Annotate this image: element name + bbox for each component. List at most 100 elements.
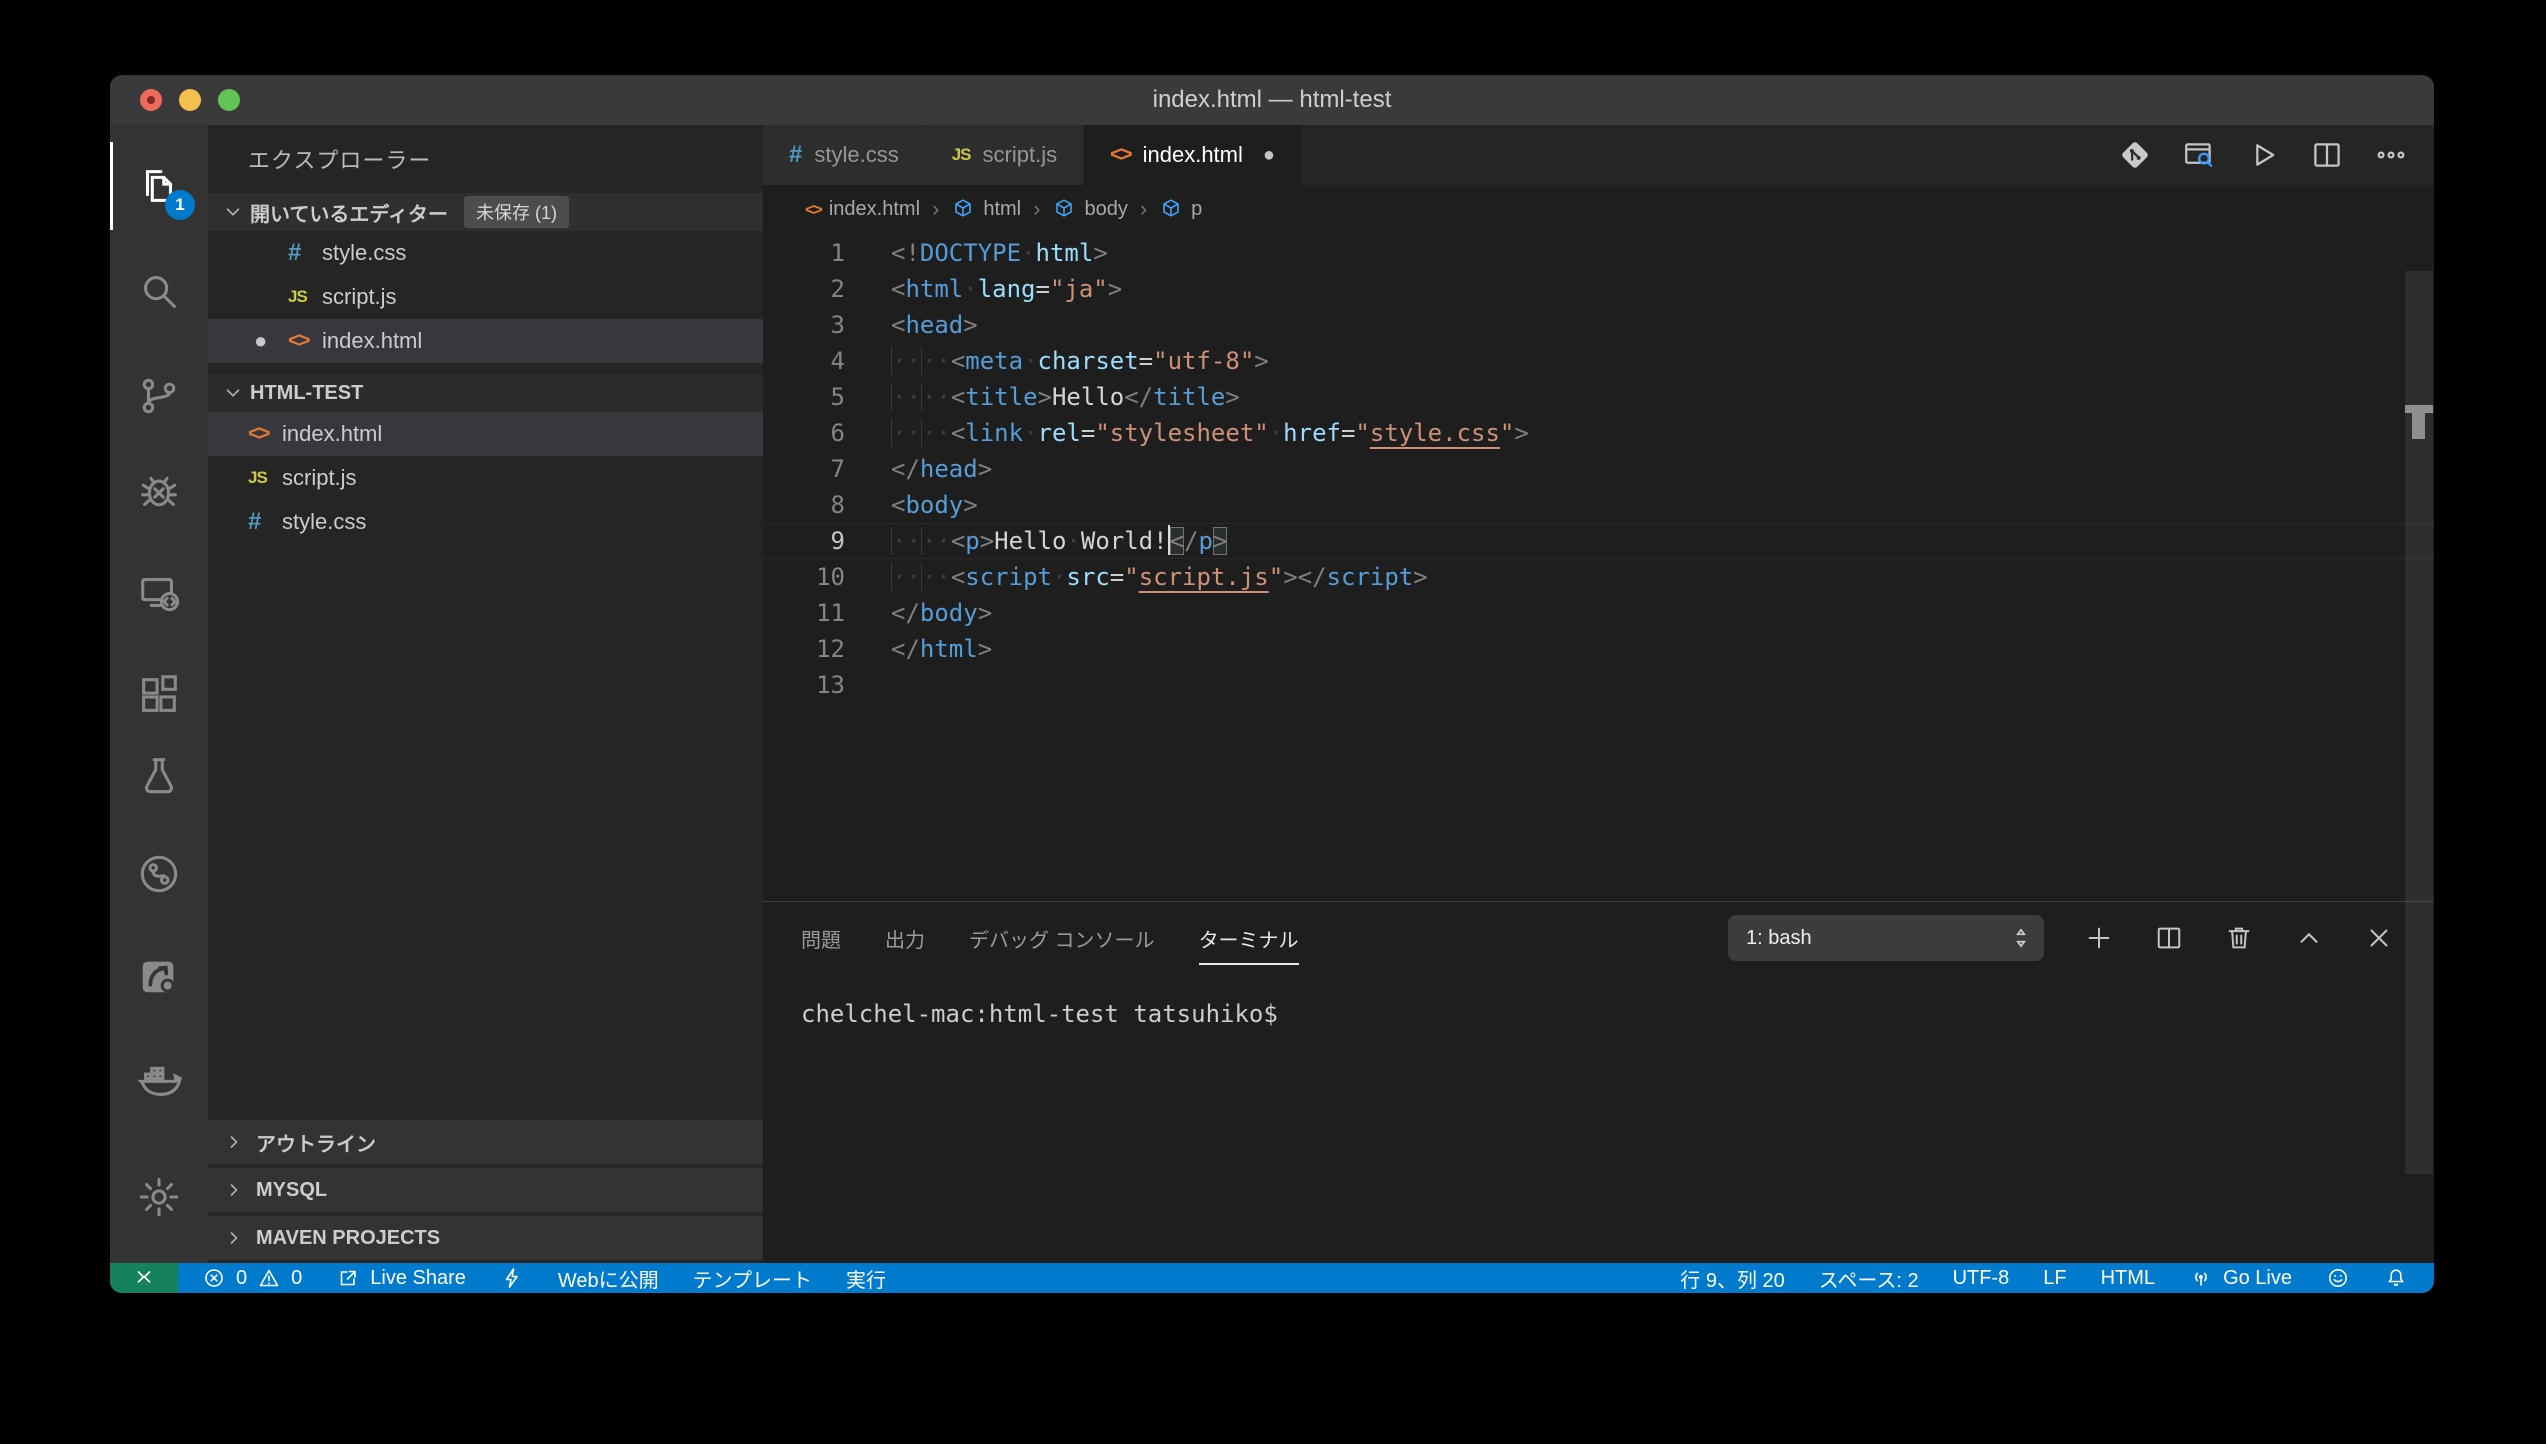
share-icon bbox=[336, 1266, 360, 1290]
kill-terminal-button[interactable] bbox=[2224, 923, 2254, 953]
activity-item-search[interactable] bbox=[110, 261, 208, 321]
panel-tab-出力[interactable]: 出力 bbox=[885, 924, 925, 953]
code-line-6: 6····<link·rel="stylesheet"·href="style.… bbox=[763, 415, 2434, 451]
line-number: 5 bbox=[763, 379, 845, 415]
activity-item-test[interactable] bbox=[110, 746, 208, 806]
tab-index.html[interactable]: <>index.html● bbox=[1084, 125, 1302, 185]
code-token: ·· bbox=[891, 563, 921, 591]
remote-indicator[interactable] bbox=[110, 1263, 178, 1293]
code-token: "stylesheet" bbox=[1095, 419, 1268, 447]
terminal-select[interactable]: 1: bash bbox=[1728, 915, 2044, 961]
fork-circle-icon bbox=[136, 851, 182, 897]
tab-script.js[interactable]: JSscript.js bbox=[926, 125, 1084, 185]
open-preview-button[interactable] bbox=[2182, 138, 2216, 172]
activity-item-extensions[interactable] bbox=[110, 666, 208, 726]
status-feedback[interactable] bbox=[2326, 1266, 2350, 1290]
activity-item-deploy[interactable] bbox=[110, 946, 208, 1006]
panel-tab-label: 出力 bbox=[885, 924, 925, 965]
status-go-live[interactable]: Go Live bbox=[2189, 1266, 2292, 1290]
code-token: title bbox=[1153, 383, 1225, 411]
file-name: style.css bbox=[282, 509, 366, 535]
panel-tab-ターミナル[interactable]: ターミナル bbox=[1199, 924, 1299, 953]
code-token: < bbox=[951, 347, 965, 375]
breadcrumb-item-html[interactable]: html bbox=[951, 197, 1021, 221]
status-publish-web[interactable]: Webに公開 bbox=[558, 1264, 659, 1293]
status-template[interactable]: テンプレート bbox=[693, 1264, 812, 1293]
status-bolt[interactable] bbox=[500, 1266, 524, 1290]
status-run[interactable]: 実行 bbox=[846, 1264, 886, 1293]
status-eol[interactable]: LF bbox=[2043, 1267, 2066, 1290]
terminal-output[interactable]: chelchel-mac:html-test tatsuhiko$ bbox=[763, 974, 2434, 1263]
code-token: < bbox=[891, 491, 905, 519]
panel-tab-デバッグ コンソール[interactable]: デバッグ コンソール bbox=[969, 924, 1155, 953]
status-label: スペース: 2 bbox=[1819, 1264, 1919, 1293]
code-token: · bbox=[963, 275, 977, 303]
status-encoding[interactable]: UTF-8 bbox=[1953, 1267, 2010, 1290]
section-label: MYSQL bbox=[256, 1179, 327, 1202]
status-label: LF bbox=[2043, 1267, 2066, 1290]
tab-label: index.html bbox=[1143, 142, 1243, 168]
status-notifications[interactable] bbox=[2384, 1266, 2408, 1290]
workspace-folder-header[interactable]: HTML-TEST bbox=[208, 374, 763, 412]
code-token: > bbox=[1254, 347, 1268, 375]
breadcrumb-item-index.html[interactable]: <>index.html bbox=[805, 198, 920, 221]
warning-icon bbox=[257, 1266, 281, 1290]
code-line-4: 4····<meta·charset="utf-8"> bbox=[763, 343, 2434, 379]
open-editors-header[interactable]: 開いているエディター 未保存 (1) bbox=[208, 193, 763, 231]
code-editor[interactable]: 1<!DOCTYPE·html>2<html·lang="ja">3<head>… bbox=[763, 233, 2434, 901]
more-actions-button[interactable] bbox=[2374, 138, 2408, 172]
code-line-11: 11</body> bbox=[763, 595, 2434, 631]
file-name: script.js bbox=[282, 465, 357, 491]
tab-style.css[interactable]: #style.css bbox=[763, 125, 926, 185]
sidebar-section-MAVEN PROJECTS[interactable]: MAVEN PROJECTS bbox=[208, 1216, 763, 1260]
open-editor-style.css[interactable]: #style.css bbox=[208, 231, 763, 275]
split-editor-button[interactable] bbox=[2310, 138, 2344, 172]
status-cursor-position[interactable]: 行 9、列 20 bbox=[1680, 1264, 1784, 1293]
breadcrumb-separator: › bbox=[1031, 196, 1042, 222]
breadcrumb-item-p[interactable]: p bbox=[1159, 197, 1202, 221]
code-line-13: 13 bbox=[763, 667, 2434, 703]
breadcrumb-item-body[interactable]: body bbox=[1052, 197, 1127, 221]
split-terminal-button[interactable] bbox=[2154, 923, 2184, 953]
panel-tab-問題[interactable]: 問題 bbox=[801, 924, 841, 953]
tree-item-script.js[interactable]: JSscript.js bbox=[208, 456, 763, 500]
line-content: <html·lang="ja"> bbox=[891, 271, 1122, 307]
sidebar-section-アウトライン[interactable]: アウトライン bbox=[208, 1120, 763, 1164]
code-token: World! bbox=[1081, 527, 1168, 555]
code-token: · bbox=[1052, 563, 1066, 591]
status-language-mode[interactable]: HTML bbox=[2101, 1267, 2155, 1290]
status-live-share[interactable]: Live Share bbox=[336, 1266, 466, 1290]
code-token: / bbox=[1184, 527, 1198, 555]
sidebar-section-MYSQL[interactable]: MYSQL bbox=[208, 1168, 763, 1212]
editor-actions bbox=[2118, 125, 2434, 185]
code-token: </ bbox=[891, 635, 920, 663]
activity-item-debug[interactable] bbox=[110, 461, 208, 521]
line-number: 8 bbox=[763, 487, 845, 523]
activity-item-explorer[interactable]: 1 bbox=[110, 156, 208, 216]
status-indentation[interactable]: スペース: 2 bbox=[1819, 1264, 1919, 1293]
activity-item-manage[interactable] bbox=[110, 1167, 208, 1227]
remote-explorer-icon bbox=[136, 570, 182, 616]
open-editor-index.html[interactable]: ●<>index.html bbox=[208, 319, 763, 363]
activity-item-git-graph[interactable] bbox=[110, 844, 208, 904]
maximize-panel-button[interactable] bbox=[2294, 923, 2324, 953]
open-editor-script.js[interactable]: JSscript.js bbox=[208, 275, 763, 319]
activity-item-source-control[interactable] bbox=[110, 366, 208, 426]
activity-item-remote-explorer[interactable] bbox=[110, 563, 208, 623]
code-token: > bbox=[978, 455, 992, 483]
broadcast-icon bbox=[2189, 1266, 2213, 1290]
status-problems[interactable]: 00 bbox=[202, 1266, 302, 1290]
open-changes-button[interactable] bbox=[2118, 138, 2152, 172]
remote-status-icon bbox=[131, 1265, 157, 1291]
run-button[interactable] bbox=[2246, 138, 2280, 172]
line-content: ····<meta·charset="utf-8"> bbox=[891, 343, 1269, 379]
editor-scrollbar[interactable] bbox=[2405, 271, 2433, 1174]
tree-item-index.html[interactable]: <>index.html bbox=[208, 412, 763, 456]
file-icon: JS bbox=[288, 287, 322, 307]
line-number: 13 bbox=[763, 667, 845, 703]
close-panel-button[interactable] bbox=[2364, 923, 2394, 953]
tree-item-style.css[interactable]: #style.css bbox=[208, 500, 763, 544]
new-terminal-button[interactable] bbox=[2084, 923, 2114, 953]
panel-tab-label: ターミナル bbox=[1199, 924, 1299, 965]
activity-item-docker[interactable] bbox=[110, 1051, 208, 1111]
